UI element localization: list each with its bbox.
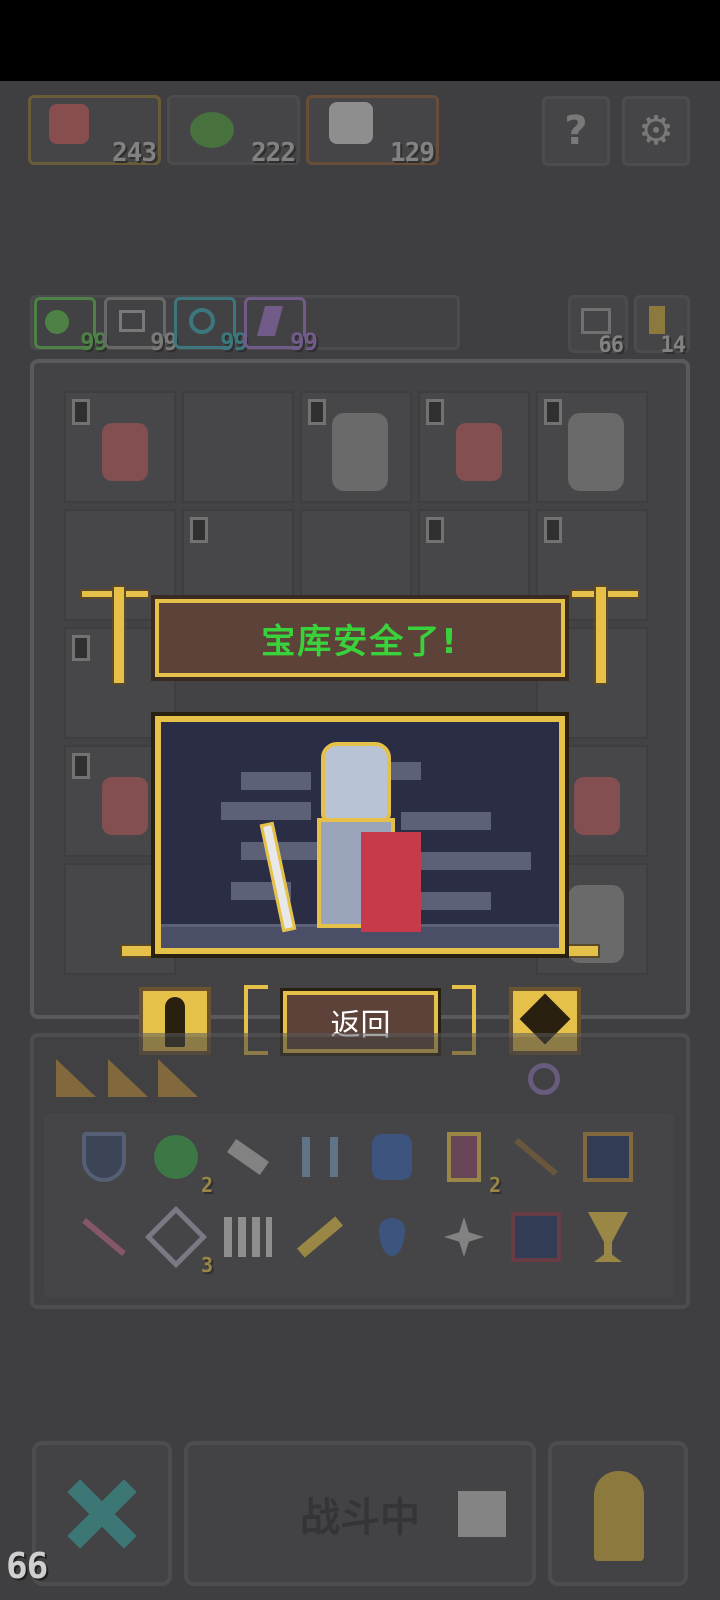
level-badge	[544, 517, 562, 543]
pawn-counter[interactable]: 14	[634, 295, 690, 358]
battle-status-label: 战斗中	[300, 1494, 420, 1541]
level-badge	[308, 399, 326, 425]
inventory-panel: 2 2 3	[30, 1033, 690, 1309]
wedge-icon	[108, 1059, 148, 1097]
help-button[interactable]: ?	[542, 96, 610, 166]
mage-portrait-icon	[329, 102, 373, 144]
sword-icon	[259, 821, 297, 933]
wedge-icon	[56, 1059, 96, 1097]
dialog-title-text: 宝库安全了!	[261, 621, 459, 662]
battle-status-button[interactable]: 战斗中	[184, 1441, 536, 1586]
crossed-swords-icon[interactable]: 3	[144, 1205, 213, 1277]
resource-row: 99 99 99 99	[30, 295, 460, 356]
item-count: 2	[488, 1173, 501, 1197]
wall-brick	[221, 802, 311, 820]
wall-brick	[421, 852, 531, 870]
shuriken-icon[interactable]	[434, 1207, 494, 1267]
potion-jar-icon[interactable]	[362, 1127, 422, 1187]
wedge-icon	[158, 1059, 198, 1097]
spiral-icon	[189, 308, 215, 334]
arrow-red-icon[interactable]	[74, 1207, 134, 1267]
key-icon[interactable]	[290, 1207, 350, 1267]
resource-lightning[interactable]: 99	[244, 297, 318, 356]
lightning-icon	[256, 306, 284, 336]
resource-green-orb[interactable]: 99	[34, 297, 108, 356]
girl-unit-icon	[574, 777, 620, 835]
character-slot-mage[interactable]: 129	[306, 95, 439, 168]
blue-flame-tile-icon[interactable]	[506, 1207, 566, 1267]
knight-helmet	[321, 742, 391, 822]
level-badge	[544, 399, 562, 425]
board-cell[interactable]	[64, 391, 176, 503]
level-badge	[426, 517, 444, 543]
book-icon	[458, 1491, 506, 1537]
mage-count: 129	[390, 138, 435, 168]
board-cell[interactable]	[418, 391, 530, 503]
level-badge	[72, 399, 90, 425]
knight-cape	[361, 832, 421, 932]
board-cell[interactable]	[300, 391, 412, 503]
gear-icon: ⚙	[638, 108, 674, 154]
pawn-large-icon	[594, 1471, 644, 1561]
settings-button[interactable]: ⚙	[622, 96, 690, 166]
wall-brick	[411, 892, 491, 910]
slime-portrait-icon	[190, 112, 234, 148]
scissors-value: 99	[150, 328, 178, 356]
spiral-value: 99	[220, 328, 248, 356]
pawn-count: 14	[660, 333, 686, 358]
resource-scissors[interactable]: 99	[104, 297, 178, 356]
girl-unit-icon	[102, 777, 148, 835]
dialog-title-post-right	[594, 585, 608, 685]
swap-count: 66	[598, 333, 624, 358]
pawn-shop-button[interactable]	[548, 1441, 688, 1586]
blue-flame-tile-icon[interactable]	[578, 1127, 638, 1187]
knight-icon	[259, 742, 421, 933]
spikes-icon[interactable]	[218, 1207, 278, 1267]
help-icon: ?	[564, 108, 588, 154]
arrow-icon[interactable]	[506, 1127, 566, 1187]
resource-spiral[interactable]: 99	[174, 297, 248, 356]
girl-unit-icon	[456, 423, 502, 481]
wall-brick	[241, 772, 311, 790]
vault-scene	[155, 716, 565, 954]
character-slot-slime[interactable]: 222	[167, 95, 300, 168]
dialog-title-post-left	[112, 585, 126, 685]
hammer-icon[interactable]	[218, 1127, 278, 1187]
lightning-value: 99	[290, 328, 318, 356]
girl-portrait-icon	[49, 104, 89, 144]
board-cell[interactable]	[182, 391, 294, 503]
board-cell[interactable]	[536, 391, 648, 503]
item-count: 2	[200, 1173, 213, 1197]
fps-counter: 66	[6, 1546, 48, 1587]
green-orb-value: 99	[80, 328, 108, 356]
green-orb-icon	[45, 310, 69, 334]
close-battle-button[interactable]	[32, 1441, 172, 1586]
wall-brick	[401, 812, 491, 830]
shield-icon[interactable]	[74, 1127, 134, 1187]
goblet-icon[interactable]	[578, 1207, 638, 1267]
top-bar: 243 222 129	[28, 95, 448, 168]
swap-button[interactable]: 66	[568, 295, 628, 358]
girl-unit-icon	[102, 423, 148, 481]
mage-unit-icon	[332, 413, 388, 491]
key-small-icon	[649, 306, 665, 334]
level-badge	[72, 635, 90, 661]
level-badge	[72, 753, 90, 779]
green-gem-icon[interactable]: 2	[146, 1127, 213, 1197]
mage-unit-icon	[568, 413, 624, 491]
scissors-icon	[119, 310, 145, 332]
slime-count: 222	[251, 138, 296, 168]
item-count: 3	[200, 1253, 213, 1277]
ring-icon	[528, 1063, 560, 1095]
scroll-icon[interactable]: 2	[434, 1127, 501, 1197]
dialog-title-panel: 宝库安全了!	[155, 599, 565, 677]
girl-count: 243	[112, 138, 157, 168]
level-badge	[190, 517, 208, 543]
swap-icon	[581, 308, 611, 334]
claw-icon[interactable]	[290, 1127, 350, 1187]
level-badge	[426, 399, 444, 425]
water-drop-icon[interactable]	[362, 1207, 422, 1267]
character-slot-girl[interactable]: 243	[28, 95, 161, 168]
